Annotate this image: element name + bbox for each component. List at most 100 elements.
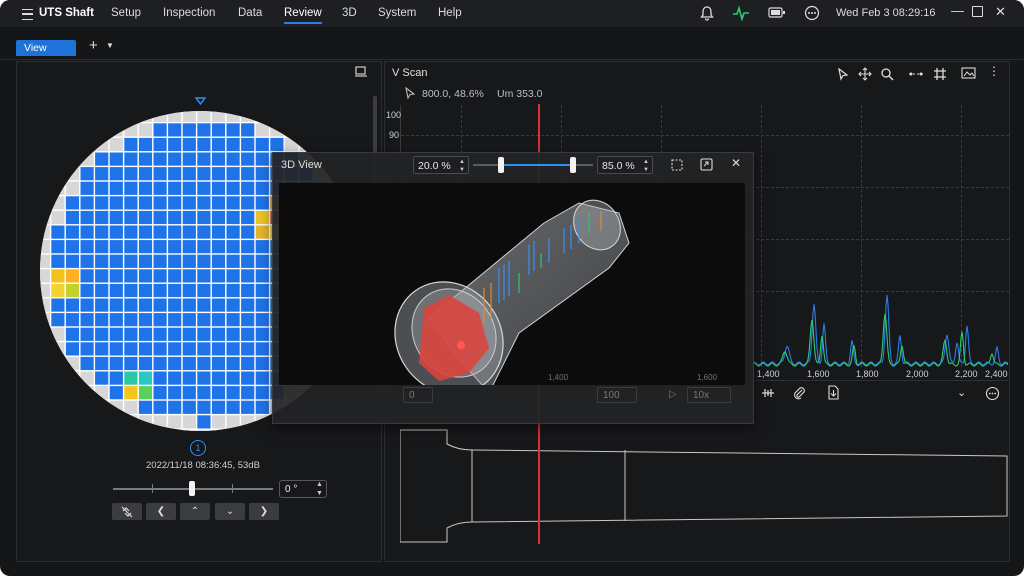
unlink-button[interactable] bbox=[112, 503, 142, 520]
grid-cell bbox=[124, 137, 138, 152]
select-region-icon[interactable] bbox=[671, 159, 683, 171]
up-button[interactable]: ⌃ bbox=[180, 503, 210, 520]
view3d-viewport[interactable] bbox=[279, 183, 745, 395]
menu-data[interactable]: Data bbox=[238, 7, 262, 19]
menu-help[interactable]: Help bbox=[438, 7, 462, 19]
grid-cell bbox=[197, 386, 211, 400]
grid-cell bbox=[197, 327, 211, 341]
next-button[interactable]: ❯ bbox=[249, 503, 279, 520]
angle-slider-thumb[interactable] bbox=[189, 481, 195, 496]
menu-setup[interactable]: Setup bbox=[111, 7, 141, 19]
index-badge[interactable]: 1 bbox=[190, 440, 206, 456]
grid-cell bbox=[255, 111, 269, 122]
heartbeat-icon[interactable] bbox=[732, 5, 750, 21]
more-options-icon[interactable] bbox=[804, 5, 820, 21]
pointer-tool-icon[interactable] bbox=[836, 67, 850, 81]
grid-cell bbox=[51, 111, 65, 122]
grid-cell bbox=[182, 196, 196, 210]
grid-cell bbox=[241, 225, 255, 239]
grid-cell bbox=[109, 210, 123, 225]
grid-cell bbox=[197, 111, 211, 122]
play-icon[interactable]: ▷ bbox=[669, 389, 677, 400]
grid-cell bbox=[168, 283, 182, 298]
grid-cell bbox=[80, 327, 94, 341]
import-file-icon[interactable] bbox=[826, 385, 840, 400]
pan-tool-icon[interactable] bbox=[858, 67, 872, 81]
range-high-thumb[interactable] bbox=[570, 157, 576, 173]
stepper-icon[interactable]: ▲ ▼ bbox=[643, 158, 649, 174]
grid-cell bbox=[226, 111, 240, 122]
max-threshold-input[interactable]: 85.0 % ▲ ▼ bbox=[597, 156, 653, 174]
chevron-down-icon[interactable]: ▼ bbox=[106, 41, 114, 50]
y-tick-label: 100 bbox=[386, 110, 402, 120]
grid-cell bbox=[138, 415, 153, 429]
close-window-icon[interactable]: ✕ bbox=[995, 4, 1006, 20]
menu-system[interactable]: System bbox=[378, 7, 416, 19]
kebab-menu-icon[interactable]: ⋮ bbox=[988, 64, 1000, 78]
grid-cell bbox=[226, 400, 240, 414]
grid-cell bbox=[95, 269, 109, 283]
down-button[interactable]: ⌄ bbox=[215, 503, 245, 520]
tab-view[interactable]: View bbox=[16, 40, 76, 56]
grid-cell bbox=[40, 254, 50, 268]
grid-cell bbox=[182, 298, 196, 312]
x-tick-label: 1,600 bbox=[697, 373, 718, 382]
vscan-toolbar bbox=[752, 380, 1008, 407]
close-dialog-icon[interactable]: ✕ bbox=[731, 156, 741, 170]
grid-cell bbox=[51, 283, 65, 298]
grid-cell bbox=[168, 356, 182, 371]
grid-cell bbox=[255, 283, 269, 298]
frame-input[interactable]: 0 bbox=[403, 387, 433, 403]
grid-cell bbox=[357, 123, 360, 137]
grid-cell bbox=[65, 254, 80, 268]
add-tab-button[interactable]: + bbox=[89, 37, 98, 54]
grid-cell bbox=[284, 123, 299, 137]
hamburger-menu-icon[interactable] bbox=[22, 9, 33, 20]
grid-cell bbox=[51, 415, 65, 429]
grid-cell bbox=[153, 167, 167, 181]
measure-icon[interactable] bbox=[908, 67, 924, 81]
grid-cell bbox=[197, 313, 211, 327]
grid-cell bbox=[109, 356, 123, 371]
bell-icon[interactable] bbox=[699, 5, 715, 21]
grid-cell bbox=[255, 400, 269, 414]
grid-cell bbox=[197, 167, 211, 181]
grid-cell bbox=[168, 137, 182, 152]
previous-button[interactable]: ❮ bbox=[146, 503, 176, 520]
grid-cell bbox=[138, 386, 153, 400]
export-image-icon[interactable] bbox=[961, 66, 977, 81]
screen-capture-icon[interactable] bbox=[354, 66, 368, 78]
grid-cell bbox=[182, 371, 196, 385]
grid-cell bbox=[124, 386, 138, 400]
min-threshold-input[interactable]: 20.0 % ▲ ▼ bbox=[413, 156, 469, 174]
grid-cell bbox=[328, 111, 342, 122]
zoom-icon[interactable] bbox=[880, 67, 894, 81]
attachment-icon[interactable] bbox=[792, 386, 806, 400]
grid-cell bbox=[211, 210, 226, 225]
more-options-icon[interactable] bbox=[985, 386, 1000, 401]
range-slider-fill bbox=[501, 164, 573, 166]
range-low-thumb[interactable] bbox=[498, 157, 504, 173]
grid-cell bbox=[270, 123, 284, 137]
grid-cell bbox=[255, 240, 269, 254]
position-marker-icon bbox=[195, 97, 206, 105]
probe-icon[interactable] bbox=[760, 386, 776, 400]
grid-cell bbox=[328, 429, 342, 431]
menu-inspection[interactable]: Inspection bbox=[163, 7, 215, 19]
grid-cell bbox=[40, 181, 50, 195]
maximize-icon[interactable] bbox=[972, 6, 983, 17]
grid-icon[interactable] bbox=[933, 67, 947, 81]
grid-cell bbox=[255, 269, 269, 283]
menu-review[interactable]: Review bbox=[284, 7, 322, 24]
speed-select[interactable]: 10x bbox=[687, 387, 731, 403]
grid-cell bbox=[226, 254, 240, 268]
grid-cell bbox=[153, 137, 167, 152]
minimize-icon[interactable]: — bbox=[951, 3, 964, 18]
fit-view-icon[interactable] bbox=[700, 158, 713, 171]
angle-stepper-icon[interactable]: ▲ ▼ bbox=[316, 480, 323, 498]
grid-cell bbox=[95, 210, 109, 225]
menu-3d[interactable]: 3D bbox=[342, 7, 357, 19]
chevron-down-icon[interactable]: ⌄ bbox=[957, 386, 966, 399]
stepper-icon[interactable]: ▲ ▼ bbox=[459, 158, 465, 174]
grid-cell bbox=[109, 313, 123, 327]
